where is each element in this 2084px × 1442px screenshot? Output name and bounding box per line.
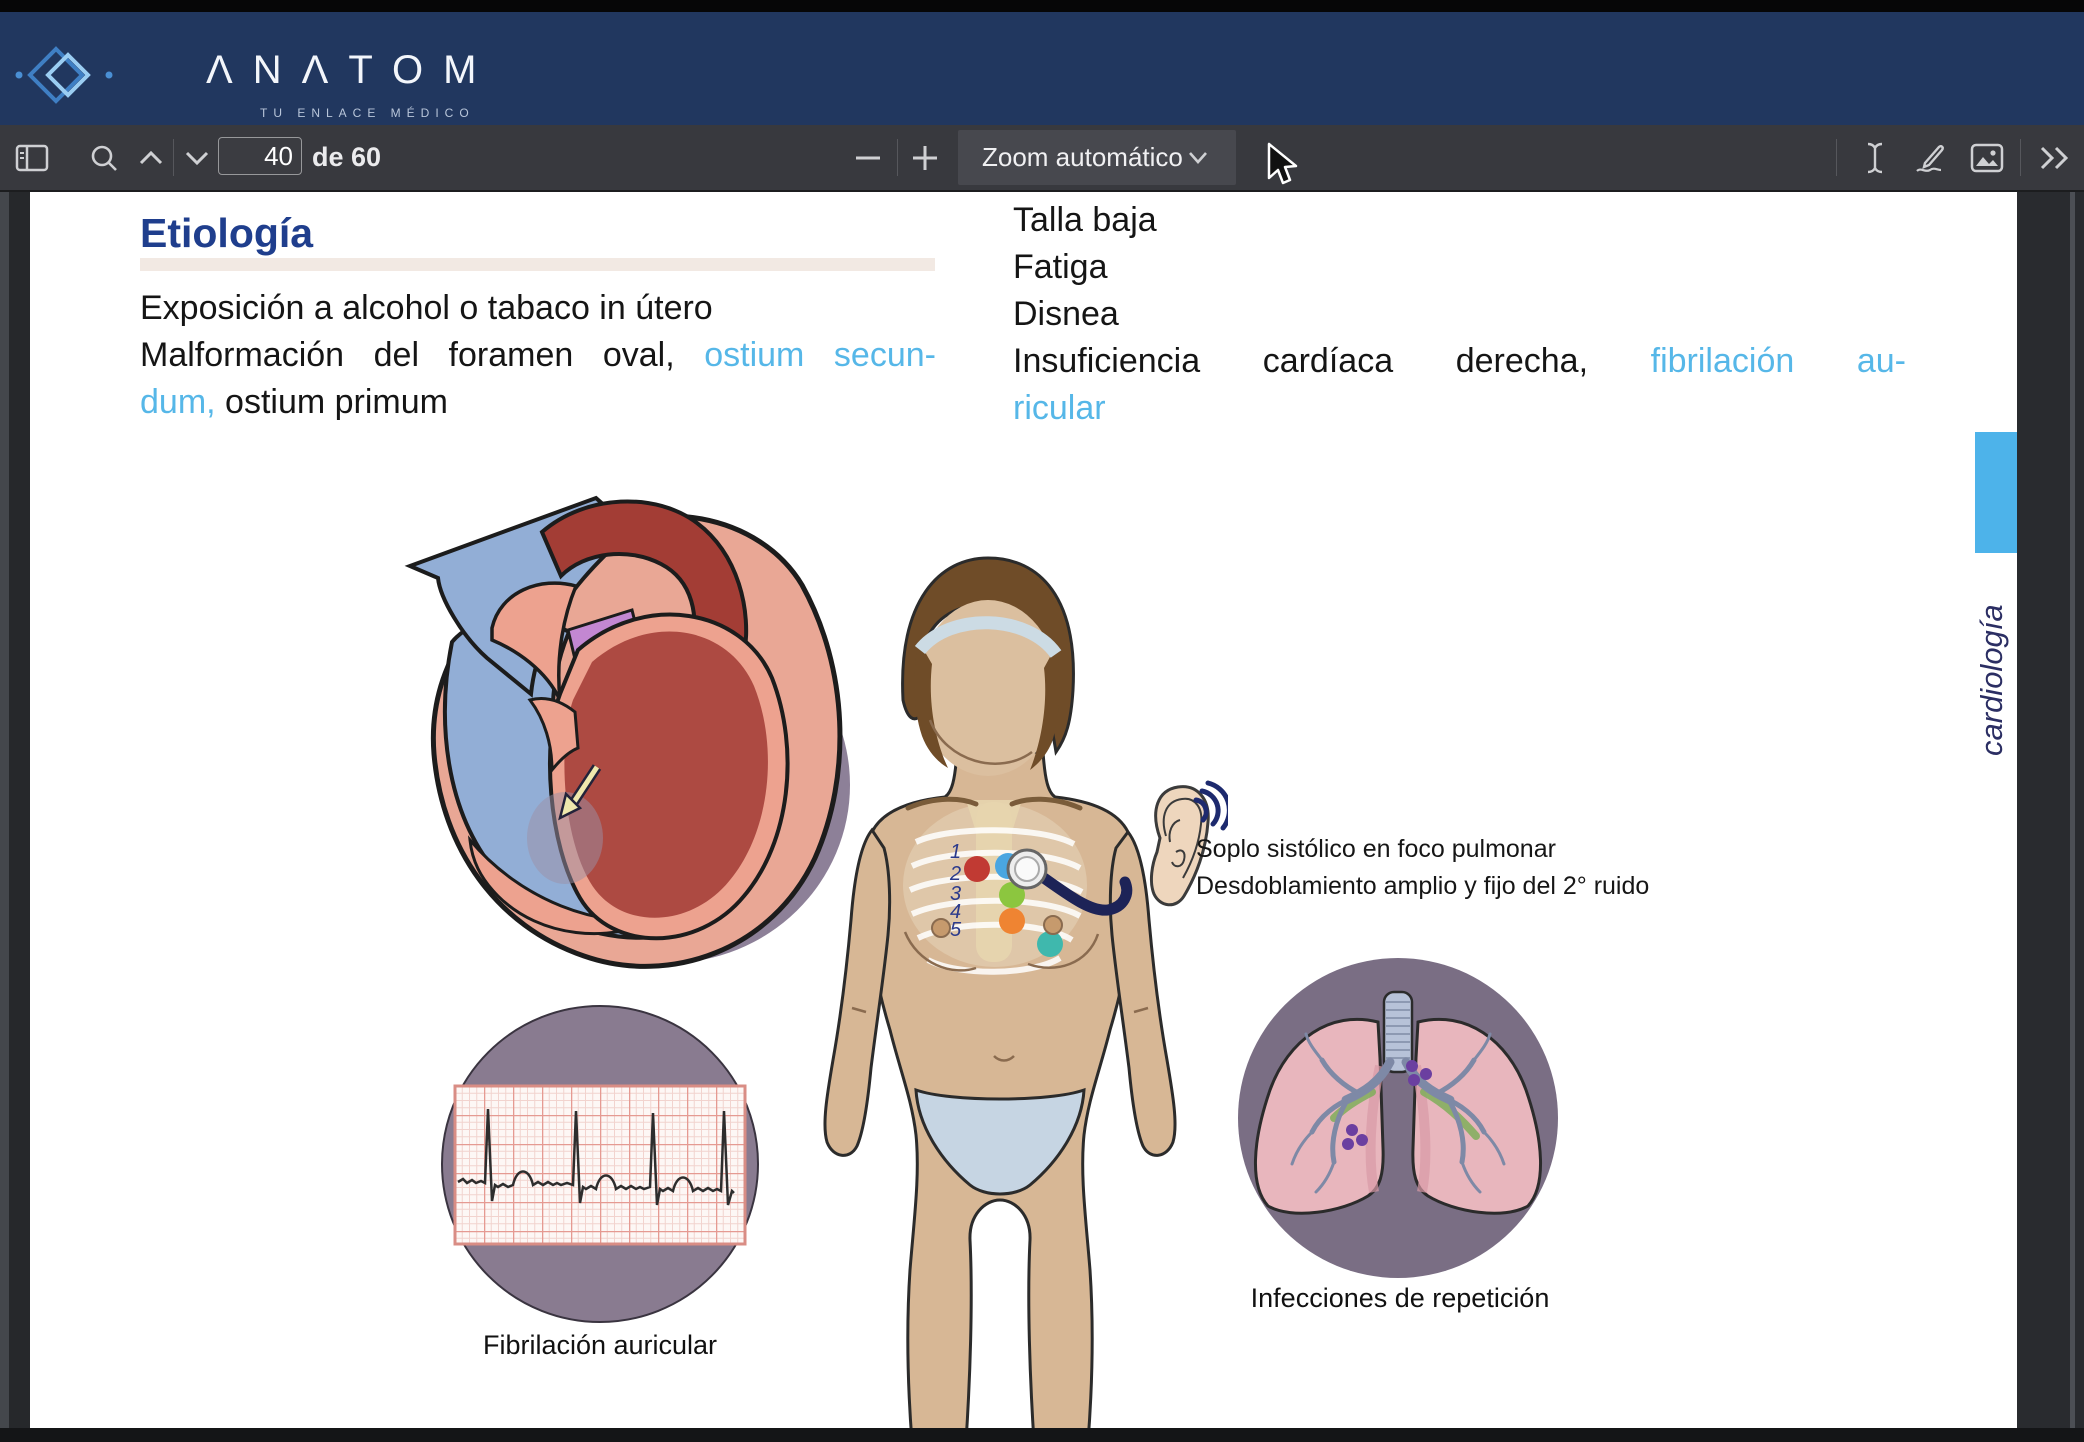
auscultation-point-aortic — [964, 856, 990, 882]
brand-tagline: TU ENLACE MÉDICO — [260, 106, 475, 120]
left-arm — [825, 830, 890, 1155]
etiology-line-3: dum, ostium primum — [140, 379, 448, 426]
etiology-line-2-black: Malformación del foramen oval, — [140, 336, 675, 374]
text-cursor-icon — [1866, 142, 1884, 174]
chapter-tab-marker — [1975, 432, 2018, 553]
double-chevron-right-icon — [2038, 146, 2072, 170]
lungs-caption: Infecciones de repetición — [1180, 1283, 1620, 1314]
window-bottom-edge — [0, 1428, 2084, 1442]
page-count-label: de 60 — [312, 125, 381, 190]
svg-text:2: 2 — [949, 863, 961, 885]
svg-text:5: 5 — [950, 919, 962, 941]
pdf-viewer-window: Etiología Exposición a alcohol o tabaco … — [0, 0, 2084, 1442]
chapter-tab-label: cardiología — [1974, 604, 2010, 756]
anatom-logo-icon — [14, 39, 114, 111]
patient-figure-illustration: 1 2 3 4 5 — [808, 548, 1200, 1442]
chevron-up-icon — [138, 150, 164, 166]
next-page-button[interactable] — [176, 125, 218, 190]
symptom-talla-baja: Talla baja — [1013, 197, 1157, 244]
auscultation-point-mitral — [1037, 931, 1063, 957]
page-number-input[interactable] — [218, 137, 302, 175]
auscultation-finding-2: Desdoblamiento amplio y fijo del 2° ruid… — [1196, 872, 1649, 901]
section-title-highlight — [140, 258, 935, 271]
add-image-tool-button[interactable] — [1962, 125, 2012, 190]
image-icon — [1970, 143, 2004, 173]
symptom-fatiga: Fatiga — [1013, 244, 1108, 291]
dropdown-chevron-icon — [1188, 151, 1208, 164]
etiology-line-1: Exposición a alcohol o tabaco in útero — [140, 285, 713, 332]
ecg-circle-illustration — [435, 1000, 765, 1330]
etiology-line-3-black: ostium primum — [225, 383, 448, 421]
heart-cross-section-illustration — [390, 490, 850, 990]
auscultation-finding-1: Soplo sistólico en foco pulmonar — [1196, 835, 1556, 864]
toolbar-divider — [2020, 139, 2021, 176]
search-icon — [89, 143, 119, 173]
scrollbar[interactable] — [2070, 190, 2075, 1442]
ecg-caption: Fibrilación auricular — [420, 1330, 780, 1361]
etiology-line-2-link[interactable]: ostium secun- — [704, 336, 936, 374]
toolbar-divider — [1836, 139, 1837, 176]
symptom-insuficiencia: Insuficiencia cardíaca derecha, fibrilac… — [1013, 338, 1906, 385]
svg-text:1: 1 — [950, 841, 961, 863]
previous-page-button[interactable] — [130, 125, 172, 190]
toolbar-divider — [897, 139, 898, 176]
sidebar-toggle-button[interactable] — [6, 125, 58, 190]
lungs-circle-illustration — [1230, 950, 1570, 1290]
zoom-out-button[interactable] — [846, 125, 890, 190]
draw-tool-button[interactable] — [1906, 125, 1954, 190]
toolbar-divider — [173, 139, 174, 176]
more-tools-button[interactable] — [2030, 125, 2080, 190]
auscultation-point-tricuspid — [999, 908, 1025, 934]
brand-header: ΛNΛTOM TU ENLACE MÉDICO — [0, 12, 2084, 125]
window-left-edge — [0, 190, 9, 1442]
nipple-left — [932, 919, 950, 937]
minus-icon — [856, 156, 880, 160]
rib-numbers: 1 2 3 4 5 — [949, 841, 962, 941]
etiology-line-2: Malformación del foramen oval, ostium se… — [140, 332, 936, 379]
window-top-edge — [0, 0, 2084, 12]
search-button[interactable] — [80, 125, 128, 190]
chevron-down-icon — [184, 150, 210, 166]
etiology-line-3-link[interactable]: dum, — [140, 383, 216, 421]
nipple-right — [1044, 916, 1062, 934]
zoom-select[interactable]: Zoom automático — [958, 130, 1236, 185]
zoom-in-button[interactable] — [903, 125, 947, 190]
sidebar-toggle-icon — [15, 144, 49, 172]
brand-name: ΛNΛTOM — [206, 48, 496, 93]
viewer-left-gutter — [9, 190, 30, 1442]
symptom-ricular[interactable]: ricular — [1013, 385, 1106, 432]
mouse-cursor — [1266, 142, 1300, 186]
plus-icon — [913, 146, 937, 170]
pen-icon — [1913, 141, 1947, 175]
symptom-insuficiencia-black: Insuficiencia cardíaca derecha, — [1013, 342, 1588, 380]
symptom-fibrilacion-link[interactable]: fibrilación au- — [1651, 342, 1906, 380]
symptom-disnea: Disnea — [1013, 291, 1119, 338]
pdf-toolbar: de 60 Zoom automático — [0, 125, 2084, 192]
zoom-select-label: Zoom automático — [982, 142, 1183, 173]
section-title: Etiología — [140, 210, 313, 257]
text-selection-tool-button[interactable] — [1852, 125, 1898, 190]
